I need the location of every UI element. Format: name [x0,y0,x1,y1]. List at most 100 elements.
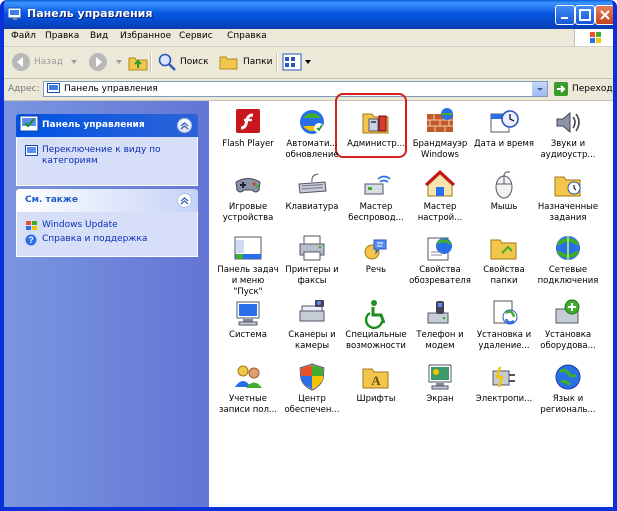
search-button[interactable]: Поиск [157,51,209,73]
cp-item-label: Администр... [347,139,405,149]
cp-item-wireless-wizard[interactable]: Мастер беспровод... [344,169,408,231]
forward-arrow-icon [89,53,107,71]
cp-item-label: Назначенные задания [537,202,599,223]
forward-button[interactable] [88,51,122,73]
cp-item-firewall[interactable]: Брандмауэр Windows [408,106,472,168]
help-icon: ? [25,234,37,246]
folder-options-icon [490,239,517,260]
mouse-icon [495,171,513,199]
network-connections-icon [556,236,580,260]
see-also-section-header[interactable]: См. также [16,189,198,212]
cp-item-add-hardware[interactable]: Установка оборудова... [536,297,600,359]
minimize-button[interactable] [555,5,575,25]
menu-view[interactable]: Вид [90,31,108,41]
chevron-down-icon [537,88,543,91]
cp-item-system[interactable]: Система [216,297,280,359]
back-button[interactable]: Назад [11,51,77,73]
menu-help[interactable]: Справка [227,31,267,41]
control-panel-section: Панель управления Переключение к виду по… [16,114,198,186]
menu-edit[interactable]: Правка [45,31,79,41]
cp-item-internet-options[interactable]: Свойства обозревателя [408,232,472,294]
internet-options-icon [427,237,452,261]
title-bar[interactable]: Панель управления [4,0,613,29]
cp-item-admin-tools[interactable]: Администр... [344,106,408,168]
back-arrow-icon [12,53,30,71]
sounds-icon [556,111,580,134]
cp-item-security-center[interactable]: Центр обеспечен... [280,361,344,423]
cp-item-label: Центр обеспечен... [284,394,340,415]
window-title: Панель управления [27,7,153,20]
views-button[interactable] [282,51,311,73]
go-button[interactable]: Переход [554,81,613,97]
flash-icon [236,109,260,133]
cp-item-phone-modem[interactable]: Телефон и модем [408,297,472,359]
cp-item-speech[interactable]: Речь [344,232,408,294]
cp-item-label: Установка оборудова... [540,330,596,351]
cp-item-add-remove[interactable]: Установка и удаление... [472,297,536,359]
cp-item-date-time[interactable]: Дата и время [472,106,536,168]
help-support-link[interactable]: ? Справка и поддержка [25,234,189,246]
cp-item-label: Шрифты [356,394,396,404]
cp-item-keyboard[interactable]: Клавиатура [280,169,344,231]
toolbar-separator [150,53,152,73]
scanner-icon [299,300,325,322]
user-accounts-icon [235,365,262,388]
cp-item-network-wizard[interactable]: Мастер настрой... [408,169,472,231]
toolbar-separator [276,53,278,73]
control-panel-section-header[interactable]: Панель управления [16,114,198,137]
up-folder-button[interactable] [127,51,149,73]
cp-item-gamepad[interactable]: Игровые устройства [216,169,280,231]
svg-text:?: ? [28,235,34,245]
up-folder-icon [128,57,148,71]
maximize-button[interactable] [575,5,595,25]
address-label: Адрес: [8,84,40,94]
collapse-chevron-icon[interactable] [177,118,192,133]
folders-icon [219,56,238,70]
menu-tools[interactable]: Сервис [179,31,213,41]
cp-item-regional[interactable]: Язык и региональ... [536,361,600,423]
category-view-icon [25,145,38,156]
cp-item-taskbar[interactable]: Панель задач и меню "Пуск" [216,232,280,297]
cp-item-printer[interactable]: Принтеры и факсы [280,232,344,294]
back-label: Назад [34,57,63,67]
date-time-icon [490,110,519,133]
cp-item-flash[interactable]: Flash Player [216,106,280,168]
address-input[interactable]: Панель управления [43,81,548,97]
cp-item-network-connections[interactable]: Сетевые подключения [536,232,600,294]
help-support-label: Справка и поддержка [42,234,148,244]
menu-file[interactable]: Файл [11,31,36,41]
cp-item-display[interactable]: Экран [408,361,472,423]
cp-item-accessibility[interactable]: Специальные возможности [344,297,408,359]
cp-item-sounds[interactable]: Звуки и аудиоустр... [536,106,600,168]
system-icon [236,301,260,326]
close-button[interactable] [595,5,613,25]
windows-update-link[interactable]: Windows Update [25,220,189,232]
cp-item-scanner[interactable]: Сканеры и камеры [280,297,344,359]
windows-logo [574,29,613,46]
security-center-icon [299,363,325,391]
see-also-section: См. также Windows Update ? Справка и под… [16,189,198,257]
folders-button[interactable]: Папки [218,51,272,73]
cp-item-label: Сканеры и камеры [288,330,336,351]
cp-item-user-accounts[interactable]: Учетные записи пол... [216,361,280,423]
control-panel-icon [47,83,60,93]
cp-item-label: Клавиатура [285,202,339,212]
cp-item-fonts[interactable]: A Шрифты [344,361,408,423]
cp-item-folder-options[interactable]: Свойства папки [472,232,536,294]
cp-item-mouse[interactable]: Мышь [472,169,536,231]
address-dropdown-button[interactable] [532,82,547,96]
views-icon [282,53,302,71]
cp-item-label: Брандмауэр Windows [412,139,468,160]
cp-item-label: Мастер беспровод... [348,202,404,223]
cp-item-label: Свойства папки [483,265,525,286]
collapse-chevron-icon[interactable] [177,193,192,208]
cp-item-label: Мастер настрой... [417,202,463,223]
switch-category-view-link[interactable]: Переключение к виду по категориям [25,145,189,167]
cp-item-scheduled-tasks[interactable]: Назначенные задания [536,169,600,231]
search-icon [158,53,176,71]
menu-favorites[interactable]: Избранное [120,31,171,41]
add-hardware-icon [555,299,580,324]
control-panel-section-title: Панель управления [42,120,145,130]
cp-item-power[interactable]: Электропи... [472,361,536,423]
cp-item-auto-update[interactable]: Автомати... обновление [280,106,344,168]
